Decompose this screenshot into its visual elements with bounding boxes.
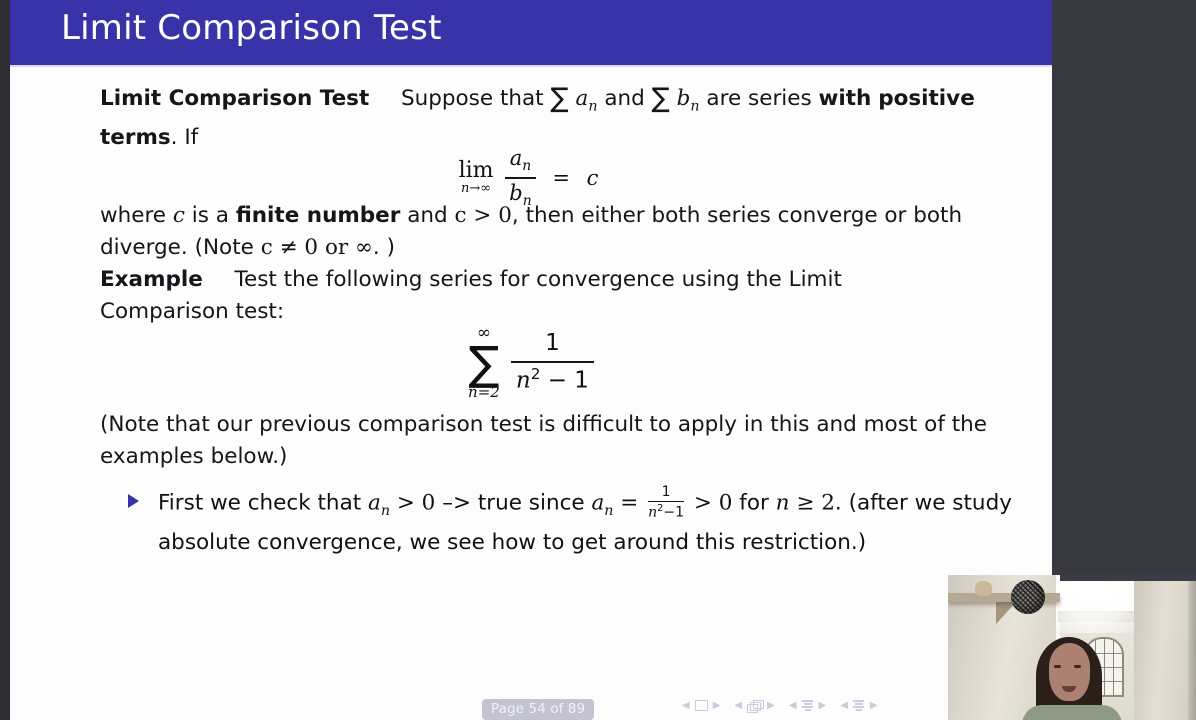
bullet-arrow: –> [442,490,471,516]
frames-icon[interactable] [747,700,765,713]
variable-b-subscript: n [690,98,700,115]
slide-title: Limit Comparison Test [61,8,442,48]
letterbox-left [0,0,10,720]
theorem-paragraph: Limit Comparison Test Suppose that ∑ an … [100,83,1000,154]
condition-text-3: and [407,203,448,228]
limit-operator-group: lim n→∞ [458,157,494,196]
theorem-text-and: and [604,86,645,111]
summation-sigma-icon: ∑ [468,336,500,390]
webcam-person-face [1049,643,1090,701]
condition-paragraph: where c is a finite number and c > 0, th… [100,200,1005,264]
bullet-text-3: for [739,490,769,516]
inline-fraction-numerator: 1 [661,484,671,500]
next-subsection-icon[interactable]: ▶ [819,700,827,711]
fraction-bar [505,177,536,179]
condition-inequality: c > 0 [454,203,512,228]
webcam-shelf-object [975,581,992,596]
limit-operator: lim [458,157,494,183]
slide-icon[interactable] [694,700,708,711]
frame-navigation-group[interactable]: ◀ ▶ [734,700,775,713]
webcam-pillar-shadow [1188,575,1196,720]
condition-text-4: , then either both series converge or bo… [100,203,963,260]
beamer-navigation-bar[interactable]: ◀ ▶ ◀ ▶ ◀ ▶ ◀ ▶ [682,700,878,713]
previous-subsection-icon[interactable]: ◀ [789,700,797,711]
bullet-item-label: First we check that a n > 0 –> true since… [158,484,1012,555]
limit-subscript: n→∞ [461,180,492,196]
example-paragraph: Example Test the following series for co… [100,264,900,328]
condition-text-1: where [100,203,167,228]
summation-symbol-b: ∑ [651,83,670,114]
webcam-top-edge [1060,575,1196,581]
slide-body: Limit Comparison Test Suppose that ∑ an … [10,67,1052,667]
next-frame-icon[interactable]: ▶ [767,700,775,711]
equals-sign: = [552,165,570,190]
variable-a-subscript: n [588,98,598,115]
previous-frame-icon[interactable]: ◀ [734,700,742,711]
theorem-emph-with: with [818,86,872,111]
series-fraction-numerator: 1 [545,329,560,356]
previous-slide-icon[interactable]: ◀ [682,700,690,711]
bullet-variable-n: n [775,490,790,516]
condition-emph-finite-number: finite number [235,203,401,228]
screen-recording-view: Limit Comparison Test Limit Comparison T… [0,0,1196,720]
presentation-slide: Limit Comparison Test Limit Comparison T… [10,0,1052,720]
bullet-variable-a-2: a [591,490,605,516]
theorem-text-2: are series [706,86,812,111]
theorem-name: Limit Comparison Test [100,86,370,111]
section-icon[interactable] [853,700,865,711]
limit-value-c: c [586,165,599,190]
next-section-icon[interactable]: ▶ [870,700,878,711]
variable-a: a [575,86,589,111]
webcam-window-glare [1056,575,1138,633]
inline-fraction-bar [648,501,685,503]
subsection-navigation-group[interactable]: ◀ ▶ [789,700,826,711]
bullet-variable-a: a [368,490,381,516]
inline-fraction-denominator: n2−1 [648,503,685,522]
inline-fraction-one-over-n2-minus-1: 1 n2−1 [648,484,685,522]
fraction-numerator: an [509,146,532,175]
bullet-equals: = [620,490,639,516]
triangle-bullet-icon [128,494,139,508]
presenter-webcam-overlay[interactable] [948,575,1196,720]
webcam-person-eye-left [1054,665,1061,668]
bullet-text-1: First we check that [158,490,362,516]
summation-group: ∞ ∑ n=2 [468,325,500,401]
note-paragraph: (Note that our previous comparison test … [100,412,988,469]
webcam-right-pillar [1134,575,1196,720]
condition-text-5: . ) [372,235,395,260]
bullet-n-condition: ≥ 2 [796,490,835,516]
variable-c: c [172,203,185,228]
summation-symbol-a: ∑ [550,83,569,114]
condition-text-2: is a [191,203,229,228]
example-text: Test the following series for convergenc… [100,267,842,324]
subsection-icon[interactable] [802,700,814,711]
bullet-inequality-2: > 0 [693,490,733,516]
series-fraction-denominator: n2 − 1 [515,364,589,394]
bullet-inequality-1: > 0 [396,490,436,516]
condition-note-inequality: c ≠ 0 or ∞ [260,235,373,260]
fraction-one-over-n2-minus-1: 1 n2 − 1 [510,329,594,396]
slide-navigation-group[interactable]: ◀ ▶ [682,700,720,711]
page-number-badge: Page 54 of 89 [482,699,595,720]
example-label: Example [100,267,203,292]
variable-b: b [676,86,691,111]
next-slide-icon[interactable]: ▶ [713,700,721,711]
webcam-person-eye-right [1074,665,1081,668]
webcam-person-shoulders [1022,705,1122,720]
previous-section-icon[interactable]: ◀ [840,700,848,711]
section-navigation-group[interactable]: ◀ ▶ [840,700,878,711]
webcam-decorative-sphere [1011,580,1045,614]
display-equation-series: ∞ ∑ n=2 1 n2 − 1 [10,325,1052,400]
series-fraction-bar [510,360,594,363]
theorem-text-1: Suppose that [400,86,544,111]
bullet-text-2: true since [477,490,585,516]
summation-lower-limit: n=2 [468,383,500,401]
